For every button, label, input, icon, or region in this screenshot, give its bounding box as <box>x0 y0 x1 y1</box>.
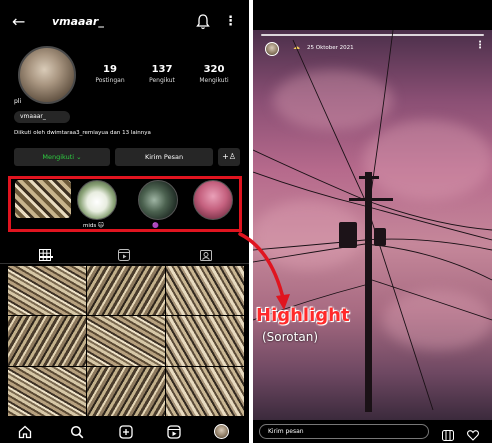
post-thumbnail[interactable] <box>87 266 165 316</box>
profile-display-name: pli <box>14 98 22 105</box>
utility-pole <box>365 172 372 412</box>
stat-following-value: 320 <box>203 64 225 75</box>
profile-avatar[interactable] <box>18 46 76 104</box>
stat-posts-value: 19 <box>103 64 117 75</box>
post-thumbnail[interactable] <box>8 316 86 366</box>
threads-handle-chip[interactable]: vmaaar_ <box>14 111 70 123</box>
profile-screen: ← vmaaar_ ⋮ 19 Postingan 137 Pengikut 32… <box>0 0 249 443</box>
stat-followers-value: 137 <box>151 64 173 75</box>
tab-reels-icon[interactable] <box>118 246 132 261</box>
post-thumbnail[interactable] <box>8 266 86 316</box>
tab-tagged-icon[interactable] <box>200 246 214 261</box>
back-arrow-icon[interactable]: ← <box>12 12 25 31</box>
post-thumbnail[interactable] <box>8 366 86 416</box>
profile-nav-avatar[interactable] <box>214 424 229 439</box>
profile-username: vmaaar_ <box>52 15 104 28</box>
search-icon[interactable] <box>70 424 84 439</box>
post-thumbnail[interactable] <box>166 316 244 366</box>
story-reply-placeholder: Kirim pesan <box>268 428 304 435</box>
transformer-small <box>374 228 386 246</box>
annotation-title: Highlight <box>256 305 350 326</box>
stat-followers[interactable]: 137 Pengikut <box>136 64 188 84</box>
stat-posts-label: Postingan <box>95 77 125 84</box>
following-button[interactable]: Mengikuti ⌄ <box>14 148 110 166</box>
home-icon[interactable] <box>18 424 32 439</box>
transformer <box>339 222 357 248</box>
profile-tabs <box>0 244 249 264</box>
highlight-annotation-box <box>8 176 242 232</box>
notification-bell-icon[interactable] <box>196 14 210 30</box>
threads-handle-label: vmaaar_ <box>20 113 46 120</box>
bottom-navigation <box>0 420 249 443</box>
stat-posts[interactable]: 19 Postingan <box>84 64 136 84</box>
tab-grid-icon[interactable] <box>39 246 53 261</box>
add-person-button[interactable]: +♙ <box>218 148 240 166</box>
post-thumbnail[interactable] <box>166 366 244 416</box>
followed-by-text[interactable]: Diikuti oleh dwimtaraa3_remiayua dan 13 … <box>14 130 151 136</box>
message-button[interactable]: Kirim Pesan <box>115 148 213 166</box>
profile-top-bar: ← vmaaar_ ⋮ <box>0 12 249 36</box>
utility-pole-crossarm <box>359 176 379 179</box>
utility-pole-bracket <box>349 198 393 201</box>
stat-following[interactable]: 320 Mengikuti <box>188 64 240 84</box>
post-thumbnail[interactable] <box>87 316 165 366</box>
annotation-subtitle: (Sorotan) <box>262 330 318 344</box>
heart-icon[interactable] <box>467 426 479 441</box>
posts-grid <box>8 266 244 416</box>
reels-icon[interactable] <box>167 424 181 439</box>
more-options-icon[interactable]: ⋮ <box>224 14 237 29</box>
post-thumbnail[interactable] <box>87 366 165 416</box>
share-icon[interactable] <box>442 426 454 441</box>
stat-followers-label: Pengikut <box>149 77 175 84</box>
create-post-icon[interactable] <box>119 424 133 439</box>
annotation-arrow-icon <box>238 232 290 310</box>
story-reply-input[interactable]: Kirim pesan <box>259 424 429 439</box>
stat-following-label: Mengikuti <box>199 77 229 84</box>
